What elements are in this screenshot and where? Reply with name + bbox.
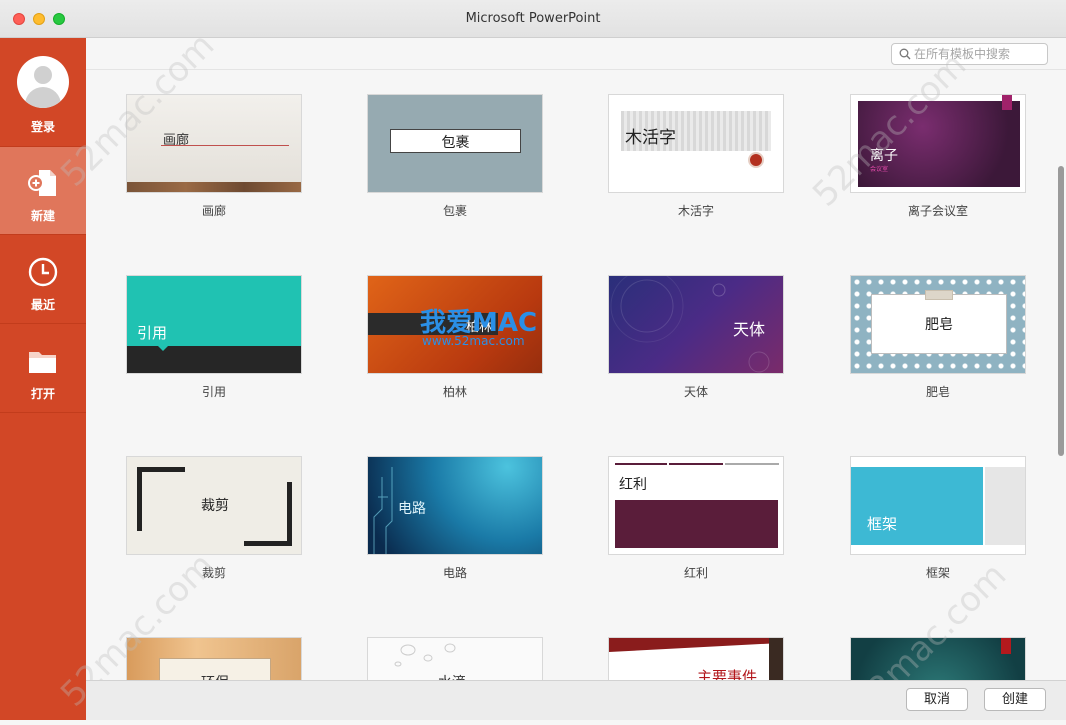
template-name: 包裹	[442, 204, 467, 218]
clock-icon	[28, 257, 58, 287]
template-thumbnail: 离子 会议室	[850, 94, 1026, 193]
avatar-icon	[17, 56, 69, 108]
template-name: 离子会议室	[907, 204, 968, 218]
template-thumbnail: 裁剪	[126, 456, 302, 555]
template-thumbnail: 柏林	[367, 275, 543, 374]
template-thumbnail: 天体	[608, 275, 784, 374]
title-bar: Microsoft PowerPoint	[0, 0, 1066, 38]
template-thumbnail: 框架	[850, 456, 1026, 555]
template-thumbnail: 环保	[126, 637, 302, 681]
window-title: Microsoft PowerPoint	[465, 11, 601, 26]
folder-icon	[29, 352, 56, 373]
template-name: 裁剪	[201, 566, 226, 580]
cancel-button[interactable]: 取消	[906, 688, 968, 711]
template-name: 柏林	[442, 385, 467, 399]
powerpoint-window: Microsoft PowerPoint 登录 新建 最近 打开 在所有模板中搜…	[0, 0, 1066, 725]
sidebar: 登录 新建 最近 打开	[0, 38, 86, 720]
template-name: 框架	[925, 566, 950, 580]
template-thumbnail: 红利	[608, 456, 784, 555]
new-document-icon	[28, 170, 56, 196]
template-name: 电路	[442, 566, 467, 580]
template-thumbnail: 画廊	[126, 94, 302, 193]
template-gallery: 画廊 画廊 包裹 包裹 木活字 木活字 离子 会议室 离子会议室 引用 引用 柏…	[86, 71, 1056, 681]
login-button[interactable]: 登录	[0, 38, 86, 146]
template-thumbnail: 主要事件	[608, 637, 784, 681]
sidebar-item-label: 打开	[30, 387, 55, 401]
template-thumbnail: 引用	[126, 275, 302, 374]
sidebar-item-label: 新建	[30, 209, 55, 223]
template-thumbnail: 水滴	[367, 637, 543, 681]
scrollbar-thumb[interactable]	[1058, 166, 1064, 456]
template-thumbnail: 包裹	[367, 94, 543, 193]
template-name: 天体	[683, 385, 708, 399]
sidebar-item-new[interactable]: 新建	[0, 147, 86, 235]
template-name: 画廊	[201, 204, 226, 218]
sidebar-item-recent[interactable]: 最近	[0, 236, 86, 324]
template-name: 引用	[201, 385, 226, 399]
template-thumbnail: 木活字	[608, 94, 784, 193]
login-label: 登录	[30, 120, 55, 134]
template-name: 红利	[683, 566, 708, 580]
template-search-box[interactable]	[891, 43, 1048, 65]
sidebar-item-label: 最近	[30, 298, 55, 312]
template-name: 肥皂	[925, 385, 950, 399]
template-name: 木活字	[677, 204, 714, 218]
template-search-input[interactable]	[914, 46, 1044, 62]
search-icon	[899, 48, 911, 60]
create-button[interactable]: 创建	[984, 688, 1046, 711]
template-thumbnail: 电路	[367, 456, 543, 555]
template-thumbnail	[850, 637, 1026, 681]
template-thumbnail: 肥皂	[850, 275, 1026, 374]
sidebar-item-open[interactable]: 打开	[0, 325, 86, 413]
